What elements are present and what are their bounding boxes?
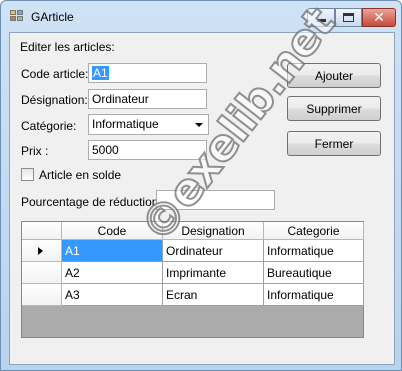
prix-label: Prix :: [21, 144, 49, 158]
cell-designation[interactable]: Imprimante: [163, 262, 264, 284]
current-row-icon: [38, 247, 43, 255]
app-icon: [10, 10, 24, 22]
cell-code[interactable]: A2: [62, 262, 163, 284]
categorie-label: Catégorie:: [21, 119, 77, 133]
close-icon: ✕: [373, 9, 385, 26]
app-window: GArticle ✕ Editer les articles: Code art…: [0, 0, 402, 371]
grid-corner: [22, 222, 62, 240]
categorie-select[interactable]: Informatique: [88, 114, 209, 135]
code-field[interactable]: A1: [88, 63, 207, 83]
column-header-categorie[interactable]: Categorie: [264, 222, 364, 240]
maximize-icon: [343, 13, 354, 22]
form-header: Editer les articles:: [20, 40, 115, 54]
articles-grid[interactable]: Code Designation Categorie A1 Ordinateur…: [21, 221, 364, 338]
row-header[interactable]: [22, 262, 62, 284]
window-title: GArticle: [31, 10, 74, 24]
designation-label: Désignation:: [21, 93, 88, 107]
supprimer-button[interactable]: Supprimer: [287, 96, 381, 121]
maximize-button[interactable]: [335, 8, 362, 27]
code-value: A1: [92, 66, 109, 80]
fermer-button[interactable]: Fermer: [287, 131, 381, 156]
chevron-down-icon: [195, 123, 203, 127]
cell-designation[interactable]: Ecran: [163, 284, 264, 306]
close-button[interactable]: ✕: [362, 8, 396, 27]
solde-checkbox[interactable]: [21, 168, 34, 181]
cell-categorie[interactable]: Bureautique: [264, 262, 364, 284]
cell-code[interactable]: A3: [62, 284, 163, 306]
designation-field[interactable]: Ordinateur: [88, 89, 207, 109]
cell-categorie[interactable]: Informatique: [264, 240, 364, 262]
row-header[interactable]: [22, 240, 62, 262]
categorie-value: Informatique: [92, 117, 159, 131]
row-header[interactable]: [22, 284, 62, 306]
solde-label[interactable]: Article en solde: [39, 168, 121, 182]
cell-designation[interactable]: Ordinateur: [163, 240, 264, 262]
cell-categorie[interactable]: Informatique: [264, 284, 364, 306]
code-label: Code article:: [21, 67, 89, 81]
cell-code[interactable]: A1: [62, 240, 163, 262]
